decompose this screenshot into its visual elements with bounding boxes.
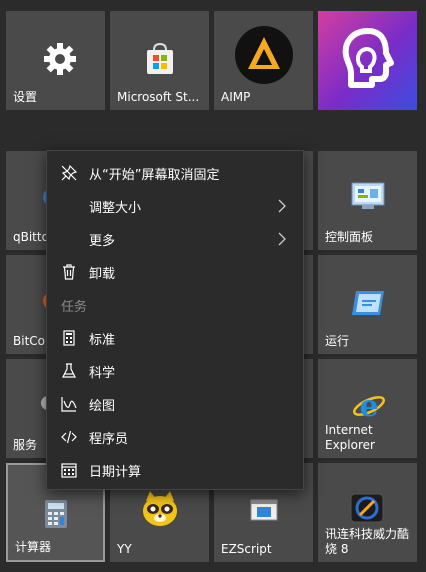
- ezscript-window-icon: [250, 499, 278, 521]
- menu-section-tasks: 任务: [61, 300, 88, 315]
- tile-xunlei-burner[interactable]: 讯连科技威力酷烧 8: [318, 463, 417, 562]
- unpin-icon: [61, 165, 77, 181]
- yy-raccoon-icon: [143, 491, 177, 526]
- menu-label: 从“开始”屏幕取消固定: [89, 168, 220, 183]
- tile-label: 设置: [13, 90, 38, 104]
- menu-label: 日期计算: [89, 465, 142, 480]
- chevron-right-icon: [278, 232, 286, 246]
- calendar-icon: [61, 463, 77, 478]
- tile-label: Microsoft St...: [117, 90, 200, 104]
- menu-label: 更多: [89, 234, 116, 249]
- context-menu: 从“开始”屏幕取消固定 调整大小 更多 卸载 任务 标准 科学 绘图 程序员 日…: [46, 150, 304, 490]
- tile-internet-explorer[interactable]: e Internet Explorer: [318, 359, 417, 458]
- head-bulb-icon: [342, 28, 394, 88]
- tile-aimp[interactable]: AIMP: [214, 11, 313, 110]
- run-dialog-icon: [352, 291, 384, 315]
- menu-label: 卸载: [89, 267, 116, 282]
- menu-item-resize[interactable]: 调整大小: [47, 190, 303, 223]
- tile-microsoft-store[interactable]: Microsoft St...: [110, 11, 209, 110]
- graph-icon: [61, 397, 77, 412]
- menu-item-unpin[interactable]: 从“开始”屏幕取消固定: [47, 157, 303, 190]
- menu-item-more[interactable]: 更多: [47, 223, 303, 256]
- menu-item-date-calc[interactable]: 日期计算: [47, 454, 303, 487]
- tile-label: Internet Explorer: [325, 423, 375, 452]
- menu-item-standard[interactable]: 标准: [47, 322, 303, 355]
- menu-label: 程序员: [89, 432, 129, 447]
- flask-icon: [62, 363, 76, 378]
- trash-icon: [63, 264, 75, 280]
- tile-run[interactable]: 运行: [318, 255, 417, 354]
- menu-label: 调整大小: [89, 201, 142, 216]
- calculator-standard-icon: [63, 330, 75, 346]
- tile-label: 控制面板: [325, 230, 374, 244]
- disc-burner-icon: [350, 493, 384, 523]
- gear-icon: [44, 43, 76, 75]
- menu-item-scientific[interactable]: 科学: [47, 355, 303, 388]
- code-icon: [61, 430, 77, 444]
- tile-control-panel[interactable]: 控制面板: [318, 151, 417, 250]
- tile-label: AIMP: [221, 90, 251, 104]
- svg-text:e: e: [359, 389, 378, 423]
- tile-app-purple[interactable]: [318, 11, 417, 110]
- tile-label: 运行: [325, 334, 350, 348]
- tile-label: YY: [117, 542, 132, 556]
- internet-explorer-icon: e: [353, 389, 385, 423]
- menu-item-graphing[interactable]: 绘图: [47, 388, 303, 421]
- aimp-logo-icon: [235, 26, 293, 84]
- calculator-icon: [45, 500, 67, 528]
- menu-item-uninstall[interactable]: 卸载: [47, 256, 303, 289]
- menu-label: 标准: [89, 333, 116, 348]
- menu-label: 科学: [89, 366, 116, 381]
- tile-label: EZScript: [221, 542, 272, 556]
- tile-label: 计算器: [15, 540, 52, 554]
- tile-settings[interactable]: 设置: [6, 11, 105, 110]
- store-bag-icon: [147, 42, 173, 74]
- menu-label: 绘图: [89, 399, 116, 414]
- control-panel-icon: [351, 182, 385, 209]
- menu-item-programmer[interactable]: 程序员: [47, 421, 303, 454]
- tile-label: 讯连科技威力酷烧 8: [325, 527, 410, 556]
- chevron-right-icon: [278, 199, 286, 213]
